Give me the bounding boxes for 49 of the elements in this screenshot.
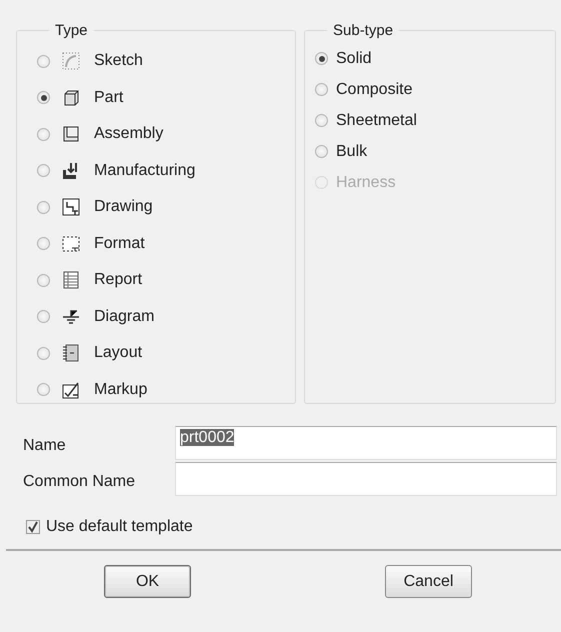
radio-button[interactable]: [37, 274, 50, 287]
report-icon: [62, 271, 80, 290]
radio-label: Report: [94, 271, 142, 290]
layout-icon: [62, 344, 80, 362]
checkbox[interactable]: [26, 520, 40, 534]
radio-button[interactable]: [37, 237, 50, 250]
ok-button[interactable]: OK: [104, 565, 191, 598]
field-label: Name: [23, 436, 67, 455]
cancel-button[interactable]: Cancel: [385, 565, 472, 598]
radio-button[interactable]: [37, 200, 50, 214]
radio-button[interactable]: [37, 383, 50, 396]
manufacturing-icon: [62, 162, 80, 180]
radio-label: Layout: [94, 344, 142, 362]
radio-button[interactable]: [315, 114, 328, 127]
text-field[interactable]: [175, 462, 557, 496]
radio-button[interactable]: [37, 54, 50, 68]
assembly-icon: [62, 125, 80, 144]
radio-button[interactable]: [37, 310, 50, 324]
radio-button[interactable]: [37, 128, 50, 141]
checkbox-label: Use default template: [46, 518, 193, 536]
radio-label: Manufacturing: [94, 162, 196, 180]
radio-button[interactable]: [315, 52, 328, 65]
field-label: Common Name: [23, 472, 136, 491]
radio-button[interactable]: [37, 91, 50, 104]
group-title: Type: [54, 22, 89, 39]
radio-label: Diagram: [94, 308, 154, 326]
cube-icon: [62, 88, 80, 107]
radio-label: Markup: [94, 380, 148, 399]
radio-label: Drawing: [94, 198, 153, 216]
diagram-icon: [62, 308, 80, 326]
radio-button[interactable]: [315, 83, 328, 96]
format-icon: [62, 234, 80, 253]
group-title: Sub-type: [332, 22, 394, 39]
radio-label: Sketch: [94, 52, 143, 70]
drawing-icon: [62, 198, 80, 216]
radio-label: Solid: [336, 50, 372, 68]
radio-button[interactable]: [37, 346, 50, 360]
radio-label: Composite: [336, 80, 412, 98]
radio-label: Part: [94, 88, 124, 107]
radio-button[interactable]: [315, 145, 328, 158]
text-field[interactable]: prt0002: [175, 426, 557, 460]
radio-label: Format: [94, 234, 145, 253]
radio-label: Harness: [336, 174, 396, 192]
radio-label: Sheetmetal: [336, 112, 417, 130]
sketch-icon: [62, 52, 80, 70]
radio-label: Assembly: [94, 125, 164, 144]
markup-icon: [62, 380, 80, 399]
radio-button[interactable]: [37, 164, 50, 178]
radio-label: Bulk: [336, 142, 368, 160]
